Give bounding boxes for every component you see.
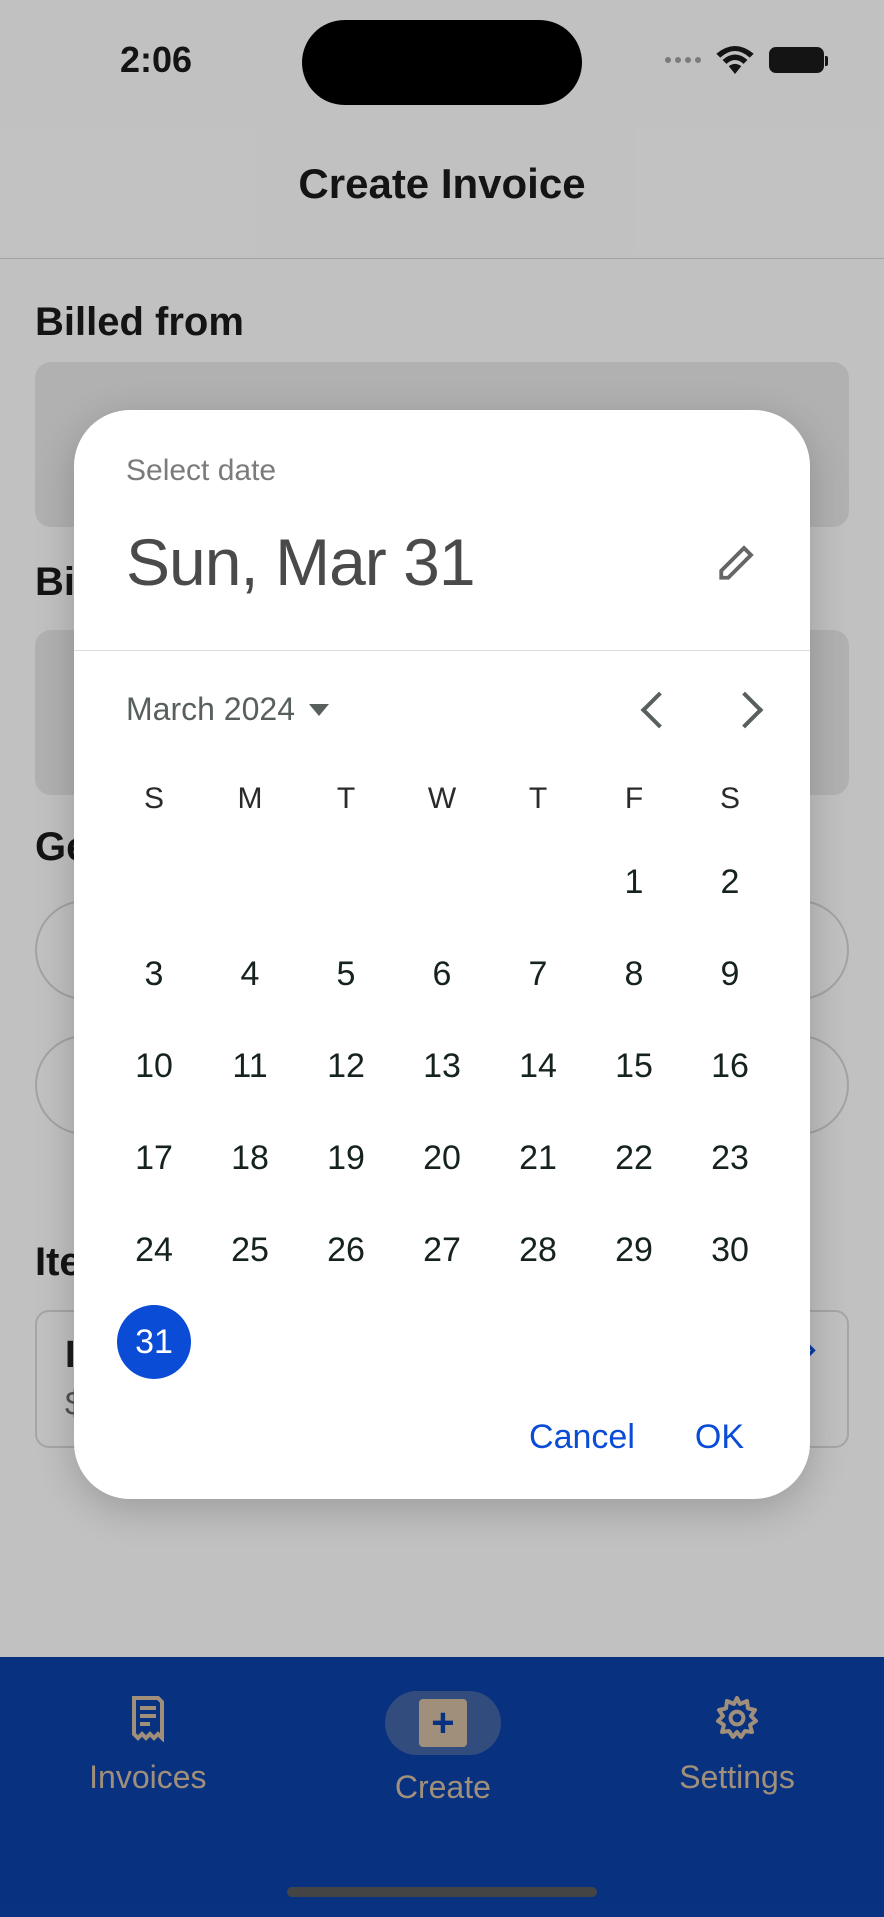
weekday-header: W <box>394 762 490 836</box>
cancel-button[interactable]: Cancel <box>529 1418 635 1457</box>
calendar-day[interactable]: 20 <box>394 1112 490 1204</box>
calendar-day[interactable]: 13 <box>394 1020 490 1112</box>
ok-button[interactable]: OK <box>695 1418 744 1457</box>
calendar-day[interactable]: 8 <box>586 928 682 1020</box>
month-year-selector[interactable]: March 2024 <box>126 691 329 728</box>
weekday-header: S <box>106 762 202 836</box>
calendar-day[interactable]: 12 <box>298 1020 394 1112</box>
weekday-header: T <box>298 762 394 836</box>
next-month-button[interactable] <box>727 691 764 728</box>
calendar-day[interactable]: 5 <box>298 928 394 1020</box>
calendar-day[interactable]: 22 <box>586 1112 682 1204</box>
calendar-day[interactable]: 1 <box>586 836 682 928</box>
weekday-header: F <box>586 762 682 836</box>
calendar-day[interactable]: 23 <box>682 1112 778 1204</box>
month-year-label: March 2024 <box>126 691 295 728</box>
calendar-day[interactable]: 30 <box>682 1204 778 1296</box>
calendar-grid: SMTWTFS123456789101112131415161718192021… <box>74 752 810 1388</box>
calendar-day[interactable]: 21 <box>490 1112 586 1204</box>
dropdown-triangle-icon <box>309 704 329 716</box>
calendar-day[interactable]: 17 <box>106 1112 202 1204</box>
calendar-day[interactable]: 6 <box>394 928 490 1020</box>
dialog-label: Select date <box>74 454 810 488</box>
calendar-day[interactable]: 31 <box>106 1296 202 1388</box>
calendar-day[interactable]: 4 <box>202 928 298 1020</box>
calendar-day[interactable]: 24 <box>106 1204 202 1296</box>
calendar-day[interactable]: 9 <box>682 928 778 1020</box>
calendar-day[interactable]: 29 <box>586 1204 682 1296</box>
calendar-day[interactable]: 16 <box>682 1020 778 1112</box>
date-picker-dialog: Select date Sun, Mar 31 March 2024 SMTWT… <box>74 410 810 1499</box>
calendar-day[interactable]: 2 <box>682 836 778 928</box>
selected-date-display: Sun, Mar 31 <box>126 524 475 600</box>
weekday-header: S <box>682 762 778 836</box>
calendar-day[interactable]: 28 <box>490 1204 586 1296</box>
weekday-header: M <box>202 762 298 836</box>
calendar-day[interactable]: 3 <box>106 928 202 1020</box>
prev-month-button[interactable] <box>641 691 678 728</box>
weekday-header: T <box>490 762 586 836</box>
calendar-day[interactable]: 14 <box>490 1020 586 1112</box>
calendar-day[interactable]: 15 <box>586 1020 682 1112</box>
calendar-day[interactable]: 25 <box>202 1204 298 1296</box>
calendar-day[interactable]: 26 <box>298 1204 394 1296</box>
calendar-day[interactable]: 10 <box>106 1020 202 1112</box>
calendar-day[interactable]: 7 <box>490 928 586 1020</box>
calendar-day[interactable]: 19 <box>298 1112 394 1204</box>
edit-date-icon[interactable] <box>716 541 758 583</box>
calendar-day[interactable]: 11 <box>202 1020 298 1112</box>
calendar-day[interactable]: 27 <box>394 1204 490 1296</box>
calendar-day[interactable]: 18 <box>202 1112 298 1204</box>
